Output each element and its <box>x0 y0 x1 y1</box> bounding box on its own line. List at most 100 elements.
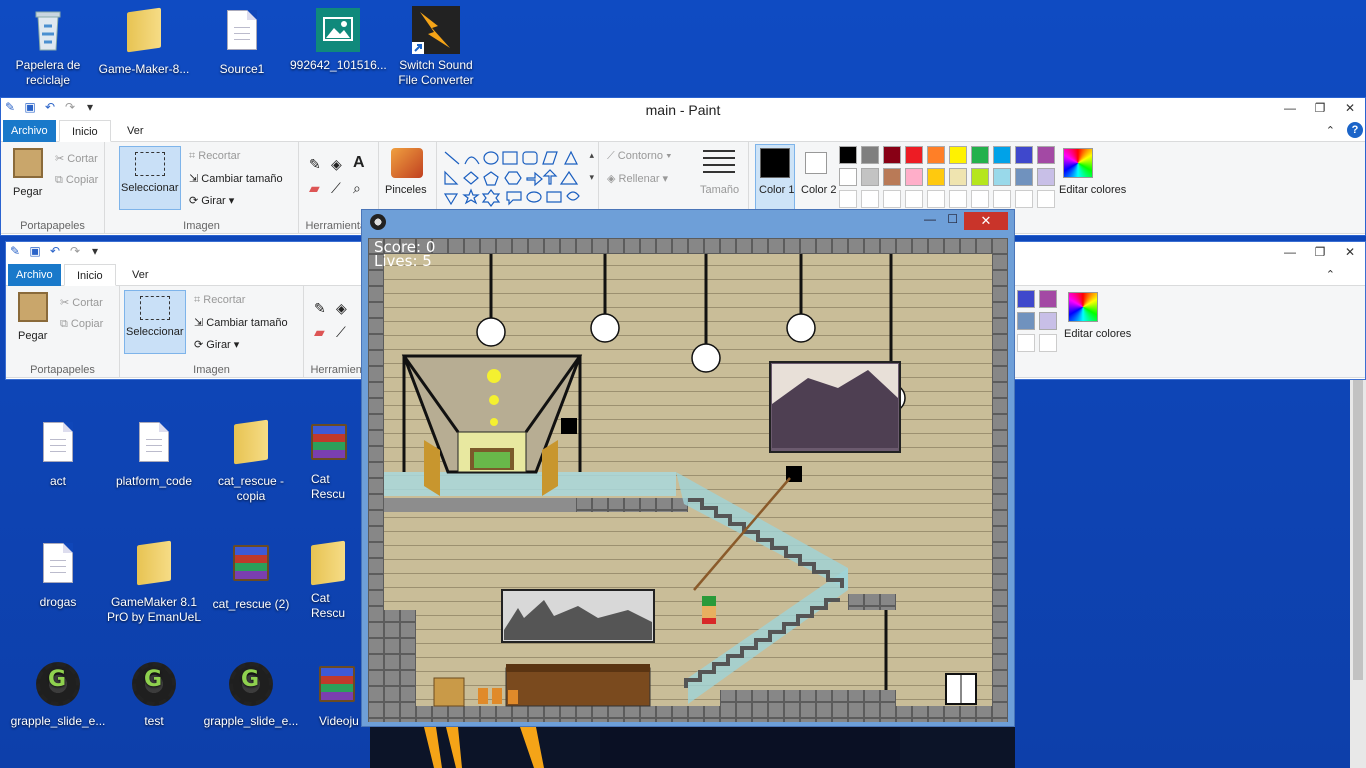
resize-button[interactable]: ⇲ Cambiar tamaño <box>194 316 288 329</box>
palette-swatch[interactable] <box>1017 334 1035 352</box>
color-picker-icon[interactable]: ⟋ <box>331 180 341 197</box>
desktop-icon-drogas[interactable]: drogas <box>10 539 106 610</box>
palette-swatch[interactable] <box>1017 312 1035 330</box>
close-button[interactable]: ✕ <box>1335 242 1365 262</box>
desktop-icon-cat-rescue-folder[interactable]: Cat Rescu <box>299 539 361 621</box>
fill-bucket-icon[interactable]: ◈ <box>331 156 342 173</box>
edit-colors-icon[interactable] <box>1068 292 1098 322</box>
tab-archivo[interactable]: Archivo <box>3 120 56 142</box>
palette-swatch[interactable] <box>949 146 967 164</box>
brushes-label[interactable]: Pinceles <box>385 184 427 196</box>
palette-swatch[interactable] <box>905 146 923 164</box>
shapes-scroll-down-icon[interactable]: ▾ <box>589 172 594 183</box>
scrollbar-thumb[interactable] <box>1353 380 1363 680</box>
minimize-button[interactable]: — <box>1275 98 1305 118</box>
palette-swatch[interactable] <box>905 168 923 186</box>
palette-swatch[interactable] <box>993 168 1011 186</box>
desktop-icon-videojuegos[interactable]: Videoju <box>299 660 361 729</box>
desktop-icon-cat-rescue-rar[interactable]: Cat Rescu <box>299 418 361 502</box>
tab-ver[interactable]: Ver <box>124 264 157 286</box>
desktop-icon-test[interactable]: G test <box>106 660 202 729</box>
copy-button[interactable]: ⧉ Copiar <box>55 174 98 187</box>
paste-icon[interactable] <box>13 148 43 178</box>
palette-swatch[interactable] <box>1039 290 1057 308</box>
palette-swatch[interactable] <box>839 146 857 164</box>
palette-swatch[interactable] <box>839 168 857 186</box>
game-app-icon[interactable] <box>370 214 386 230</box>
cut-button[interactable]: ✂ Cortar <box>55 152 98 165</box>
paste-button[interactable]: Pegar <box>18 330 47 342</box>
resize-button[interactable]: ⇲ Cambiar tamaño <box>189 172 283 185</box>
brush-icon[interactable] <box>391 148 423 178</box>
edit-colors-label[interactable]: Editar colores <box>1059 184 1126 197</box>
eraser-icon[interactable]: ▰ <box>309 180 320 197</box>
crop-button[interactable]: ⌗ Recortar <box>194 294 245 307</box>
palette-swatch[interactable] <box>949 168 967 186</box>
palette-swatch[interactable] <box>883 146 901 164</box>
close-button[interactable]: ✕ <box>1335 98 1365 118</box>
ribbon-collapse-icon[interactable]: ⌃ <box>1318 264 1343 286</box>
tab-ver[interactable]: Ver <box>119 120 152 142</box>
desktop-icon-switch-sound[interactable]: Switch Sound File Converter <box>388 6 484 88</box>
shapes-gallery[interactable] <box>443 150 583 210</box>
minimize-button[interactable]: — <box>1275 242 1305 262</box>
tab-inicio[interactable]: Inicio <box>64 264 116 286</box>
text-tool-icon[interactable]: A <box>353 154 365 172</box>
fill-bucket-icon[interactable]: ◈ <box>336 300 347 317</box>
eraser-icon[interactable]: ▰ <box>314 324 325 341</box>
palette-swatch[interactable] <box>1017 290 1035 308</box>
desktop-icon-act[interactable]: act <box>10 418 106 489</box>
magnifier-icon[interactable]: ⌕ <box>353 180 361 197</box>
palette-swatch[interactable] <box>1015 146 1033 164</box>
palette-swatch[interactable] <box>993 146 1011 164</box>
paste-button[interactable]: Pegar <box>13 186 42 198</box>
paint-app-icon[interactable]: ✎ <box>8 244 22 258</box>
desktop-icon-recycle-bin[interactable]: Papelera de reciclaje <box>0 6 96 88</box>
color-picker-icon[interactable]: ⟋ <box>336 324 346 341</box>
rotate-button[interactable]: ⟳ Girar ▾ <box>189 194 234 207</box>
desktop-icon-source1[interactable]: Source1 <box>194 6 290 77</box>
edit-colors-label[interactable]: Editar colores <box>1064 328 1131 341</box>
minimize-button[interactable]: — <box>924 212 936 226</box>
size-label[interactable]: Tamaño <box>700 184 739 196</box>
palette-swatch[interactable] <box>1039 312 1057 330</box>
tab-inicio[interactable]: Inicio <box>59 120 111 142</box>
redo-icon[interactable]: ↷ <box>68 244 82 258</box>
cut-button[interactable]: ✂ Cortar <box>60 296 103 309</box>
palette-swatch[interactable] <box>1037 146 1055 164</box>
palette-swatch[interactable] <box>927 190 945 208</box>
desktop-icon-cat-rescue-copia[interactable]: cat_rescue - copia <box>203 418 299 504</box>
palette-swatch[interactable] <box>927 146 945 164</box>
qat-dropdown-icon[interactable]: ▾ <box>88 244 102 258</box>
palette-swatch[interactable] <box>971 168 989 186</box>
rotate-button[interactable]: ⟳ Girar ▾ <box>194 338 239 351</box>
color2-swatch[interactable] <box>805 152 827 174</box>
palette-swatch[interactable] <box>883 190 901 208</box>
help-icon[interactable]: ? <box>1347 122 1363 138</box>
edit-colors-icon[interactable] <box>1063 148 1093 178</box>
palette-swatch[interactable] <box>1037 168 1055 186</box>
desktop-icon-game-maker-folder[interactable]: Game-Maker-8... <box>96 6 192 77</box>
ribbon-collapse-icon[interactable]: ⌃ <box>1318 120 1343 142</box>
undo-icon[interactable]: ↶ <box>48 244 62 258</box>
palette-swatch[interactable] <box>993 190 1011 208</box>
pencil-icon[interactable]: ✎ <box>314 300 326 317</box>
outline-button[interactable]: ⟋ Contorno ▾ <box>607 150 671 163</box>
palette-swatch[interactable] <box>971 146 989 164</box>
paste-icon[interactable] <box>18 292 48 322</box>
desktop-icon-cat-rescue-2[interactable]: cat_rescue (2) <box>203 539 299 612</box>
shapes-scroll-up-icon[interactable]: ▴ <box>589 150 594 161</box>
fill-button[interactable]: ◈ Rellenar ▾ <box>607 172 668 185</box>
palette-swatch[interactable] <box>839 190 857 208</box>
tab-archivo[interactable]: Archivo <box>8 264 61 286</box>
size-lines-icon[interactable] <box>703 150 735 174</box>
palette-swatch[interactable] <box>861 146 879 164</box>
palette-swatch[interactable] <box>861 168 879 186</box>
save-icon[interactable]: ▣ <box>28 244 42 258</box>
palette-swatch[interactable] <box>949 190 967 208</box>
palette-swatch[interactable] <box>1015 168 1033 186</box>
desktop-icon-grapple-slide-2[interactable]: G grapple_slide_e... <box>203 660 299 729</box>
desktop-icon-gamemaker-folder[interactable]: GameMaker 8.1 PrO by EmanUeL <box>106 539 202 625</box>
palette-swatch[interactable] <box>927 168 945 186</box>
vertical-scrollbar[interactable] <box>1350 380 1366 768</box>
